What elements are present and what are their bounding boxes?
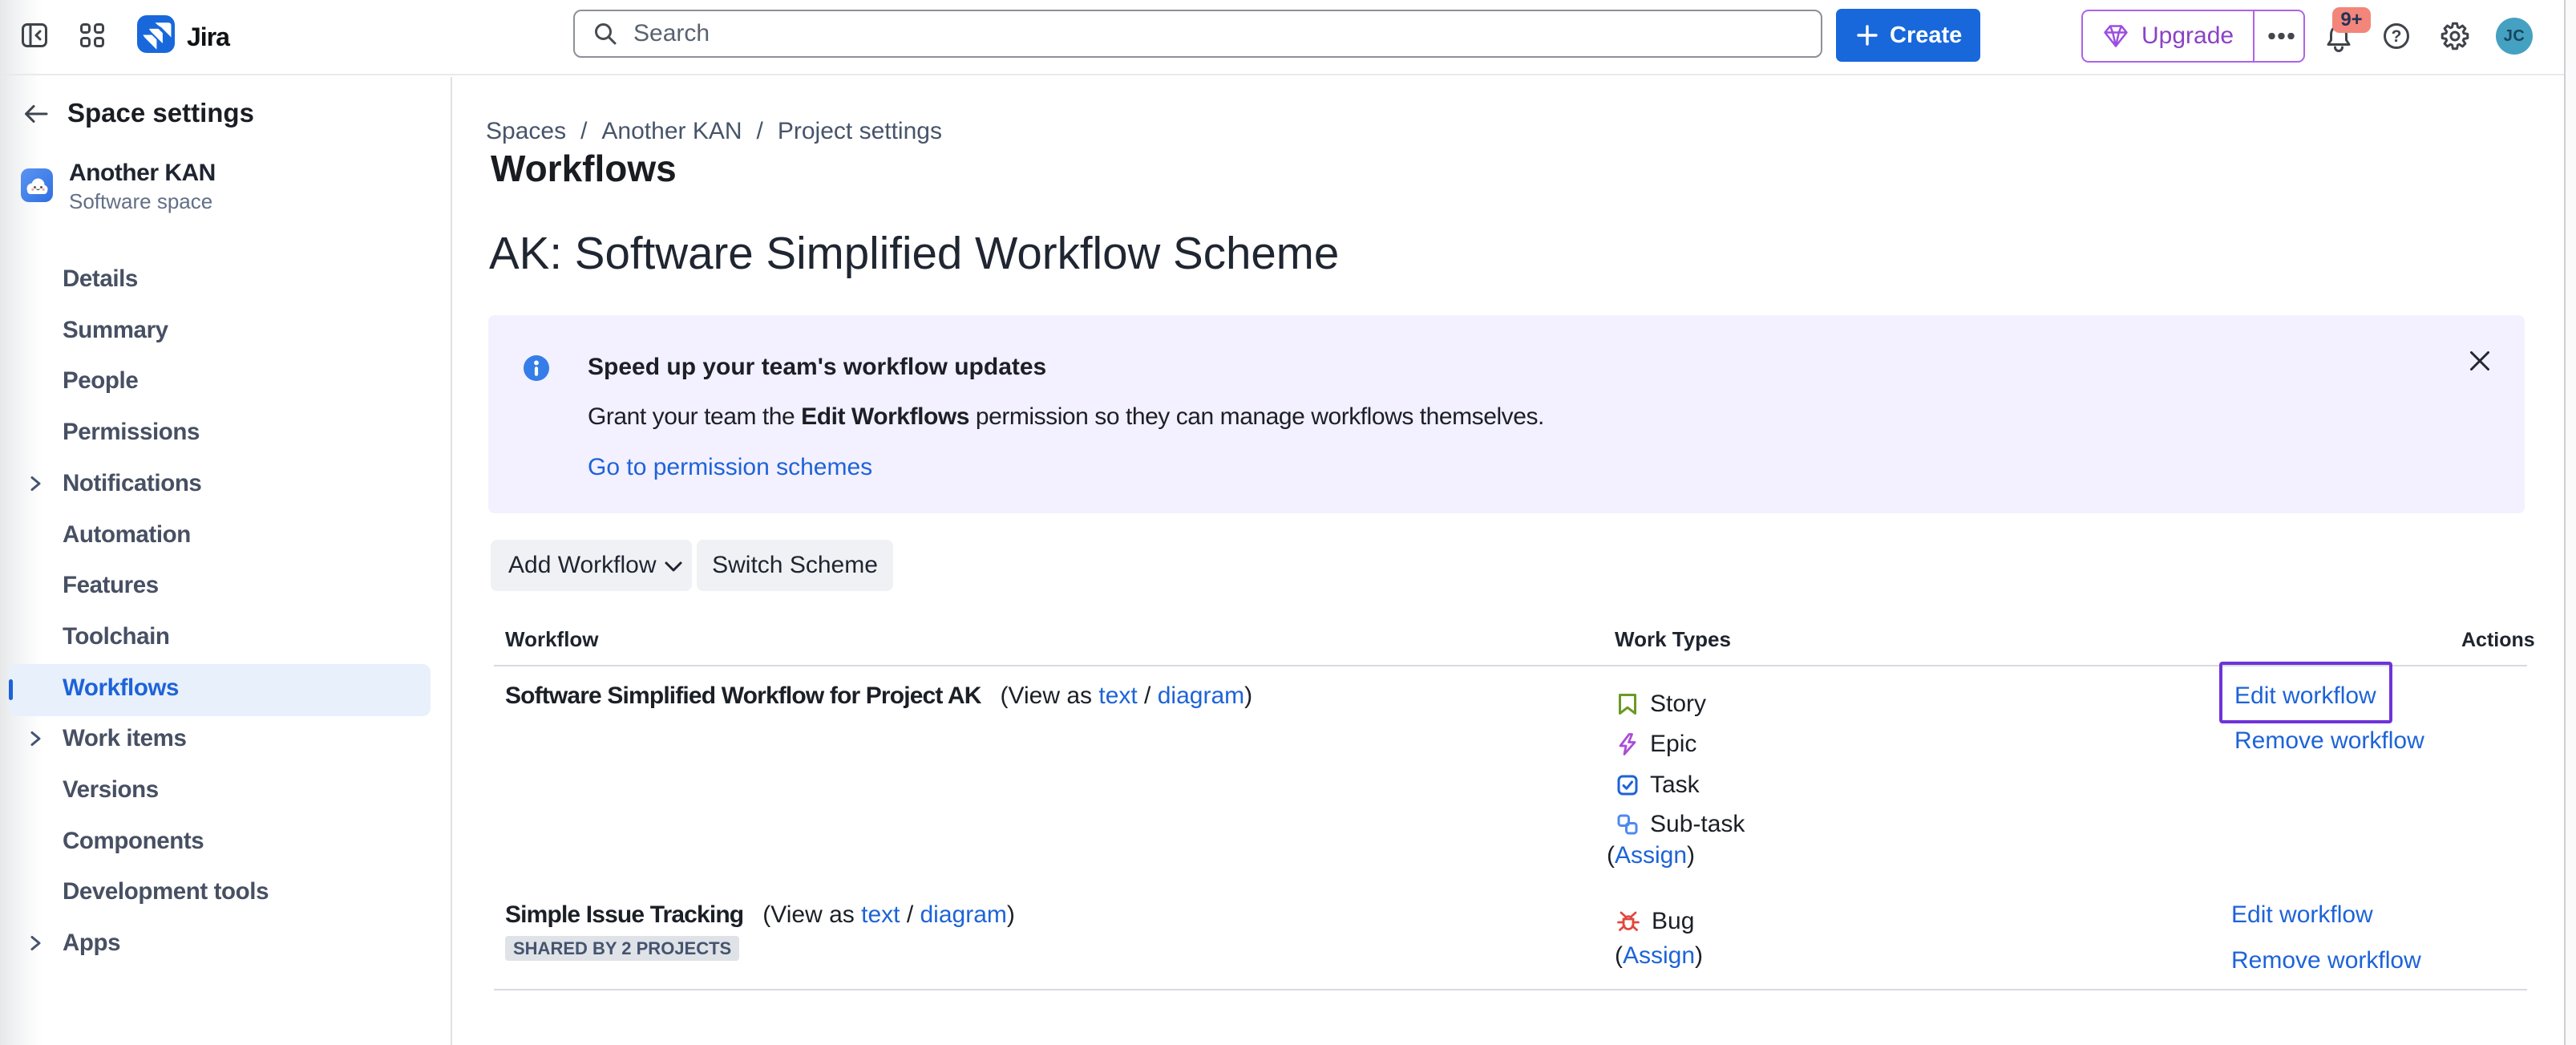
svg-text:?: ? <box>2392 27 2402 46</box>
